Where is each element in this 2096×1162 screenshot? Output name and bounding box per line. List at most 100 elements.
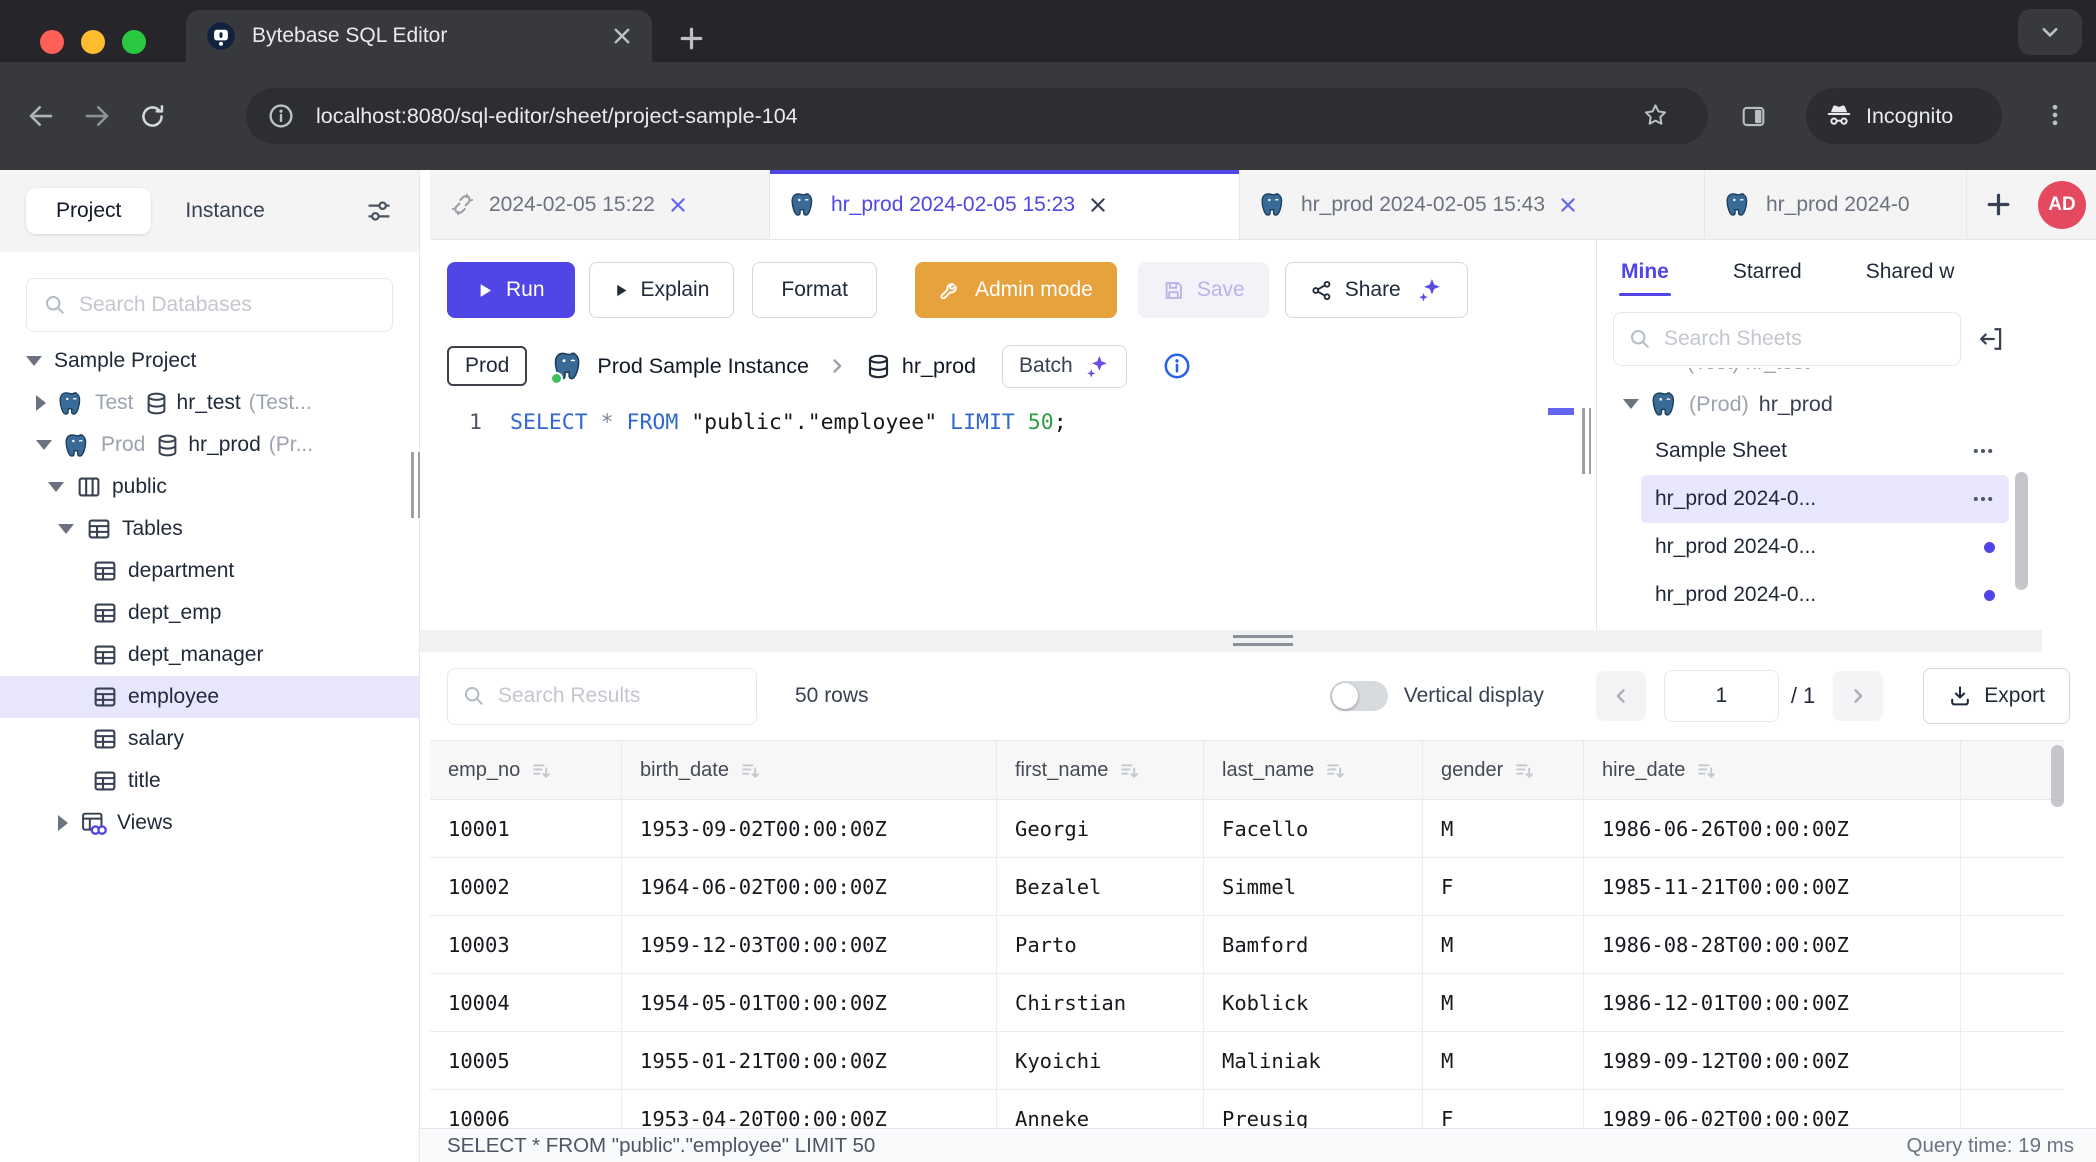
results-scrollbar[interactable] — [2051, 745, 2064, 807]
tree-item-table-department[interactable]: department — [0, 550, 419, 592]
table-row[interactable]: 100051955-01-21T00:00:00ZKyoichiMaliniak… — [430, 1032, 2064, 1090]
table-row[interactable]: 100011953-09-02T00:00:00ZGeorgiFacelloM1… — [430, 800, 2064, 858]
sort-icon[interactable] — [739, 759, 762, 782]
table-row[interactable]: 100031959-12-03T00:00:00ZPartoBamfordM19… — [430, 916, 2064, 974]
back-button[interactable] — [26, 101, 56, 131]
maximize-window-button[interactable] — [122, 30, 146, 54]
cell[interactable]: 1953-04-20T00:00:00Z — [622, 1090, 997, 1128]
cell[interactable]: Georgi — [997, 800, 1204, 857]
info-icon[interactable] — [1163, 352, 1191, 380]
table-row[interactable]: 100041954-05-01T00:00:00ZChirstianKoblic… — [430, 974, 2064, 1032]
side-panel-icon[interactable] — [1740, 103, 1767, 130]
reload-button[interactable] — [138, 102, 167, 131]
column-header-first-name[interactable]: first_name — [997, 741, 1204, 799]
tree-item-table-title[interactable]: title — [0, 760, 419, 802]
sort-icon[interactable] — [1118, 759, 1141, 782]
tree-item-table-dept-emp[interactable]: dept_emp — [0, 592, 419, 634]
sheets-scrollbar[interactable] — [2015, 472, 2028, 590]
cell[interactable]: 10002 — [430, 858, 622, 915]
cell[interactable]: 1954-05-01T00:00:00Z — [622, 974, 997, 1031]
tree-item-hr-prod[interactable]: Prod hr_prod (Pr... — [0, 424, 419, 466]
column-header-hire-date[interactable]: hire_date — [1584, 741, 1961, 799]
table-row-clipped[interactable]: 100061953-04-20T00:00:00ZAnnekePreusigF1… — [430, 1090, 2064, 1128]
caret-down-icon[interactable] — [1623, 399, 1639, 409]
tab-project[interactable]: Project — [26, 188, 151, 234]
forward-button[interactable] — [82, 101, 112, 131]
tree-item-table-employee[interactable]: employee — [0, 676, 419, 718]
editor-tab-3[interactable]: hr_prod 2024-02-05 15:43 — [1240, 170, 1705, 239]
cell[interactable]: Anneke — [997, 1090, 1204, 1128]
cell[interactable]: Simmel — [1204, 858, 1423, 915]
cell[interactable]: 1964-06-02T00:00:00Z — [622, 858, 997, 915]
panel-resize-handle[interactable] — [1582, 408, 1591, 474]
search-databases-input[interactable]: Search Databases — [26, 278, 393, 332]
site-info-icon[interactable] — [268, 103, 294, 129]
close-window-button[interactable] — [40, 30, 64, 54]
cell[interactable]: Bezalel — [997, 858, 1204, 915]
caret-down-icon[interactable] — [58, 524, 74, 534]
cell[interactable]: M — [1423, 974, 1584, 1031]
column-header-gender[interactable]: gender — [1423, 741, 1584, 799]
admin-mode-button[interactable]: Admin mode — [915, 262, 1117, 318]
avatar[interactable]: AD — [2038, 181, 2086, 229]
cell[interactable]: M — [1423, 1032, 1584, 1089]
cell[interactable]: 10003 — [430, 916, 622, 973]
sidebar-resize-handle[interactable] — [411, 452, 420, 518]
cell[interactable]: Bamford — [1204, 916, 1423, 973]
bookmark-star-icon[interactable] — [1642, 102, 1669, 129]
cell[interactable]: 10005 — [430, 1032, 622, 1089]
editor-tab-4[interactable]: hr_prod 2024-0 — [1705, 170, 1967, 239]
cell[interactable]: 1986-08-28T00:00:00Z — [1584, 916, 1961, 973]
splitter-grip[interactable] — [1233, 635, 1293, 651]
cell[interactable]: 1955-01-21T00:00:00Z — [622, 1032, 997, 1089]
run-button[interactable]: Run — [447, 262, 575, 318]
format-button[interactable]: Format — [752, 262, 877, 318]
caret-down-icon[interactable] — [36, 440, 52, 450]
tree-item-tables[interactable]: Tables — [0, 508, 419, 550]
new-tab-button[interactable] — [678, 25, 705, 52]
tab-shared[interactable]: Shared w — [1866, 260, 1955, 284]
minimize-window-button[interactable] — [81, 30, 105, 54]
close-browser-tab-icon[interactable] — [612, 26, 632, 46]
save-button[interactable]: Save — [1138, 262, 1269, 318]
editor-tab-1[interactable]: 2024-02-05 15:22 — [430, 170, 770, 239]
cell[interactable]: Maliniak — [1204, 1032, 1423, 1089]
export-button[interactable]: Export — [1923, 668, 2070, 724]
environment-chip[interactable]: Prod — [447, 346, 527, 386]
caret-right-icon[interactable] — [58, 815, 68, 831]
tab-search-button[interactable] — [2018, 9, 2082, 55]
cell[interactable]: Koblick — [1204, 974, 1423, 1031]
address-bar[interactable]: localhost:8080/sql-editor/sheet/project-… — [246, 88, 1708, 144]
tab-mine[interactable]: Mine — [1621, 260, 1669, 296]
cell[interactable]: Facello — [1204, 800, 1423, 857]
close-tab-icon[interactable] — [669, 196, 687, 214]
database-name[interactable]: hr_prod — [902, 354, 976, 379]
prev-page-button[interactable] — [1596, 671, 1646, 721]
cell[interactable]: M — [1423, 916, 1584, 973]
tree-item-schema-public[interactable]: public — [0, 466, 419, 508]
cell[interactable]: 10004 — [430, 974, 622, 1031]
vertical-display-toggle[interactable] — [1330, 681, 1388, 711]
tree-item-sample-project[interactable]: Sample Project — [0, 340, 419, 382]
browser-tab[interactable]: Bytebase SQL Editor — [186, 10, 652, 62]
cell[interactable]: 1989-06-02T00:00:00Z — [1584, 1090, 1961, 1128]
caret-down-icon[interactable] — [48, 482, 64, 492]
sheet-item-unsaved[interactable]: hr_prod 2024-0... — [1641, 523, 2009, 571]
explain-button[interactable]: Explain — [589, 262, 735, 318]
search-sheets-input[interactable]: Search Sheets — [1613, 312, 1961, 366]
close-tab-icon[interactable] — [1559, 196, 1577, 214]
sheet-item-sample-sheet[interactable]: Sample Sheet — [1641, 427, 2009, 475]
sort-icon[interactable] — [530, 759, 553, 782]
search-results-input[interactable]: Search Results — [447, 668, 757, 725]
sheet-menu-icon[interactable] — [1971, 439, 1995, 463]
tree-item-views[interactable]: Views — [0, 802, 419, 844]
cell[interactable]: Preusig — [1204, 1090, 1423, 1128]
cell[interactable]: 1986-06-26T00:00:00Z — [1584, 800, 1961, 857]
sheet-item-unsaved[interactable]: hr_prod 2024-0... — [1641, 571, 2009, 619]
tab-starred[interactable]: Starred — [1733, 260, 1802, 284]
sort-icon[interactable] — [1324, 759, 1347, 782]
cell[interactable]: Kyoichi — [997, 1032, 1204, 1089]
cell[interactable]: M — [1423, 800, 1584, 857]
column-header-last-name[interactable]: last_name — [1204, 741, 1423, 799]
tab-instance[interactable]: Instance — [185, 199, 264, 223]
